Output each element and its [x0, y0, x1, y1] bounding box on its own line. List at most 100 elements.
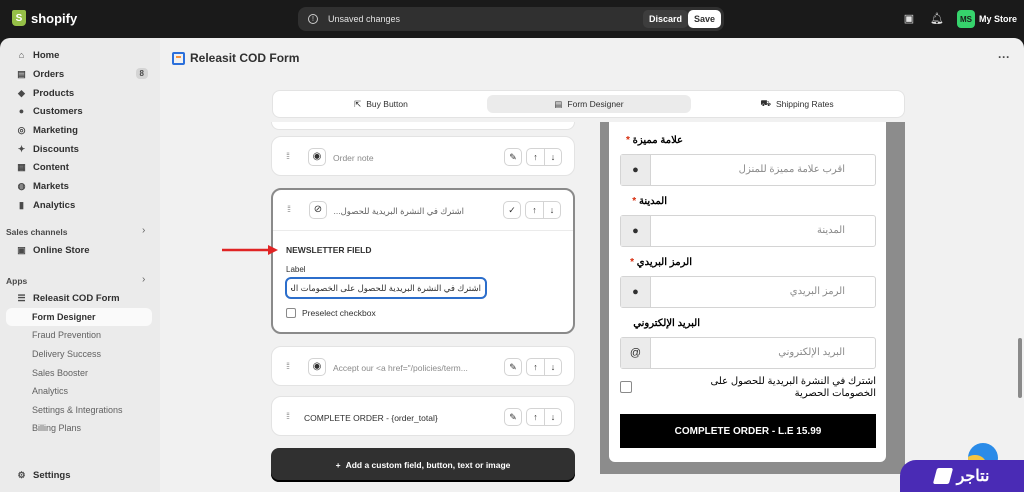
arrow-down-icon[interactable]: ↓ — [544, 359, 561, 375]
online-store-icon: ▣ — [17, 244, 26, 255]
arrow-down-icon[interactable]: ↓ — [544, 409, 561, 425]
preview-field-label: الرمز البريدي * — [630, 257, 692, 268]
truck-icon: ⛟ — [760, 98, 772, 108]
field-actions: ✎ ↑ ↓ — [504, 358, 562, 376]
field-card-order-note[interactable]: ⁞⁞ ◉ Order note ✎ ↑ ↓ — [271, 136, 575, 176]
eye-icon[interactable]: ◉ — [308, 148, 326, 166]
eye-icon[interactable]: ◉ — [308, 358, 326, 376]
field-card-partial — [271, 122, 575, 130]
sidebar-item-label: Home — [33, 49, 60, 61]
preview-placeholder: اقرب علامة مميزة للمنزل — [738, 164, 845, 175]
inbox-icon[interactable]: ▣ — [902, 12, 916, 26]
sidebar-item-label: Content — [33, 161, 69, 173]
sidebar-item-home[interactable]: ⌂ Home — [6, 46, 152, 64]
chevron-right-icon[interactable]: › — [142, 274, 145, 285]
drag-handle-icon[interactable]: ⁞⁞ — [286, 361, 290, 371]
preview-complete-order-button[interactable]: COMPLETE ORDER - L.E 15.99 — [620, 414, 876, 448]
tab-form-designer[interactable]: ▤ Form Designer — [487, 95, 691, 113]
arrow-up-icon[interactable]: ↑ — [526, 202, 543, 218]
field-card-accept-terms[interactable]: ⁞⁞ ◉ Accept our <a href="/policies/term.… — [271, 346, 575, 386]
preselect-checkbox[interactable] — [286, 308, 296, 318]
sidebar-item-discounts[interactable]: ✦ Discounts — [6, 140, 152, 158]
fields-list: ⁞⁞ ◉ Order note ✎ ↑ ↓ ⁞⁞ ⊘ اشترك في النش… — [271, 122, 575, 492]
edit-pencil-icon[interactable]: ✎ — [504, 148, 522, 166]
eye-off-icon[interactable]: ⊘ — [309, 201, 327, 219]
required-star: * — [630, 257, 634, 268]
preview-field-label-text: الرمز البريدي — [636, 257, 692, 268]
sidebar-item-settings[interactable]: ⚙ Settings — [6, 466, 152, 484]
drag-handle-icon[interactable]: ⁞⁞ — [286, 411, 290, 421]
sidebar: ⌂ Home ▤ Orders 8 ◆ Products ● Customers… — [0, 38, 160, 492]
sidebar-item-customers[interactable]: ● Customers — [6, 102, 152, 120]
top-bar: S shopify ! Unsaved changes Discard Save… — [0, 0, 1024, 38]
discard-button[interactable]: Discard — [642, 10, 688, 28]
sidebar-item-analytics[interactable]: ▮ Analytics — [6, 196, 152, 214]
sidebar-subitem-analytics[interactable]: Analytics — [32, 386, 68, 396]
page-title-text: Releasit COD Form — [190, 51, 300, 65]
content-icon: ▦ — [17, 161, 26, 172]
sidebar-subitem-sales-booster[interactable]: Sales Booster — [32, 368, 88, 378]
edit-pencil-icon[interactable]: ✎ — [504, 358, 522, 376]
required-star: * — [632, 196, 637, 207]
bell-icon[interactable]: 🔔︎ — [930, 12, 944, 26]
arrow-up-icon[interactable]: ↑ — [527, 409, 544, 425]
preview-input-email[interactable]: @ البريد الإلكتروني — [620, 337, 876, 369]
brand-mark-icon — [932, 468, 953, 484]
add-custom-field-button[interactable]: + Add a custom field, button, text or im… — [271, 448, 575, 482]
location-pin-icon: ● — [621, 155, 651, 185]
main-content: Releasit COD Form ··· ⇱ Buy Button ▤ For… — [160, 38, 1024, 492]
preview-input-landmark[interactable]: ● اقرب علامة مميزة للمنزل — [620, 154, 876, 186]
sidebar-subitem-settings-integrations[interactable]: Settings & Integrations — [32, 405, 123, 415]
checkmark-icon[interactable]: ✓ — [503, 201, 521, 219]
label-input[interactable] — [285, 277, 487, 299]
sales-channels-heading: Sales channels — [6, 227, 68, 237]
sidebar-item-products[interactable]: ◆ Products — [6, 84, 152, 102]
sidebar-subitem-fraud-prevention[interactable]: Fraud Prevention — [32, 330, 101, 340]
arrow-up-icon[interactable]: ↑ — [527, 359, 544, 375]
sidebar-item-label: Releasit COD Form — [33, 292, 120, 304]
home-icon: ⌂ — [18, 49, 25, 60]
sidebar-subitem-form-designer[interactable]: Form Designer — [32, 312, 96, 322]
divider — [273, 230, 573, 231]
app-icon: ☰ — [17, 292, 26, 303]
sidebar-item-label: Markets — [33, 180, 69, 192]
field-card-complete-order[interactable]: ⁞⁞ COMPLETE ORDER - {order_total} ✎ ↑ ↓ — [271, 396, 575, 436]
products-icon: ◆ — [18, 87, 25, 98]
drag-handle-icon[interactable]: ⁞⁞ — [287, 204, 291, 214]
preview-field-label: المدينة * — [632, 196, 667, 207]
more-actions-icon[interactable]: ··· — [998, 50, 1010, 64]
arrow-up-icon[interactable]: ↑ — [527, 149, 544, 165]
sidebar-item-releasit[interactable]: ☰ Releasit COD Form — [6, 289, 152, 307]
shopify-logo[interactable]: S shopify — [12, 10, 77, 26]
sidebar-item-orders[interactable]: ▤ Orders 8 — [6, 65, 152, 83]
sidebar-subitem-delivery-success[interactable]: Delivery Success — [32, 349, 101, 359]
arrow-down-icon[interactable]: ↓ — [543, 202, 560, 218]
field-card-newsletter[interactable]: ⁞⁞ ⊘ اشترك في النشرة البريدية للحصول... … — [271, 188, 575, 334]
field-actions: ✎ ↑ ↓ — [504, 408, 562, 426]
brand-watermark-text: نتاجر — [956, 468, 990, 485]
scrollbar[interactable] — [1018, 338, 1022, 398]
sidebar-item-online-store[interactable]: ▣ Online Store — [6, 241, 152, 259]
apps-heading: Apps — [6, 276, 28, 286]
unsaved-changes-bar: ! Unsaved changes Discard Save — [298, 7, 724, 31]
sidebar-subitem-billing-plans[interactable]: Billing Plans — [32, 423, 81, 433]
drag-handle-icon[interactable]: ⁞⁞ — [286, 151, 290, 161]
chevron-right-icon[interactable]: › — [142, 225, 145, 236]
preview-newsletter-checkbox[interactable] — [620, 381, 632, 393]
tab-shipping-rates[interactable]: ⛟ Shipping Rates — [693, 95, 901, 113]
arrow-down-icon[interactable]: ↓ — [544, 149, 561, 165]
sidebar-item-marketing[interactable]: ◎ Marketing — [6, 121, 152, 139]
sidebar-item-content[interactable]: ▦ Content — [6, 158, 152, 176]
preselect-checkbox-row[interactable]: Preselect checkbox — [286, 308, 376, 318]
preview-field-label: علامة مميزة * — [626, 135, 683, 146]
store-menu[interactable]: MS My Store — [957, 10, 1017, 28]
edit-pencil-icon[interactable]: ✎ — [504, 408, 522, 426]
preview-input-city[interactable]: ● المدينة — [620, 215, 876, 247]
unsaved-changes-text: Unsaved changes — [328, 14, 401, 24]
tab-buy-button[interactable]: ⇱ Buy Button — [277, 95, 485, 113]
move-buttons: ↑ ↓ — [526, 148, 562, 166]
preview-input-postal-code[interactable]: ● الرمز البريدي — [620, 276, 876, 308]
sidebar-item-markets[interactable]: ◍ Markets — [6, 177, 152, 195]
preview-newsletter-row[interactable]: اشترك في النشرة البريدية للحصول على الخص… — [620, 376, 876, 402]
save-button[interactable]: Save — [687, 10, 721, 28]
